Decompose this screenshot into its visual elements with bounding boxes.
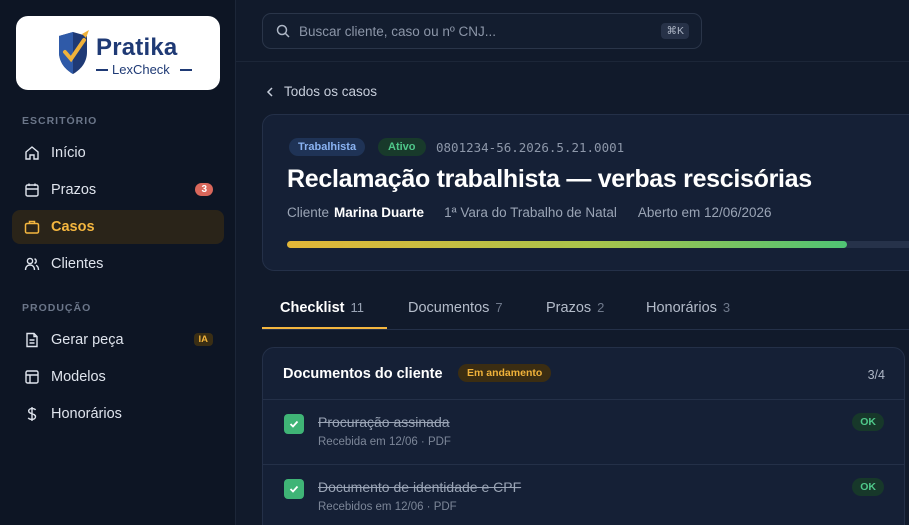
sidebar-item-clientes[interactable]: Clientes [12, 247, 224, 281]
checkbox-checked[interactable] [284, 479, 304, 499]
search-input[interactable]: Buscar cliente, caso ou nº CNJ... ⌘K [262, 13, 702, 49]
progress-bar [287, 241, 909, 248]
case-header-card: Trabalhista Ativo 0801234-56.2026.5.21.0… [262, 114, 909, 271]
calendar-icon [23, 181, 41, 199]
sidebar-item-prazos[interactable]: Prazos 3 [12, 173, 224, 207]
checklist-item-subtitle: Recebida em 12/06 · PDF [318, 436, 451, 448]
ai-badge: IA [193, 333, 213, 346]
layout-icon [23, 368, 41, 386]
status-badge: Em andamento [458, 364, 552, 382]
court-name: 1ª Vara do Trabalho de Natal [444, 205, 617, 220]
checklist-item: Procuração assinada Recebida em 12/06 · … [263, 400, 904, 465]
top-bar: Buscar cliente, caso ou nº CNJ... ⌘K [236, 0, 909, 62]
checklist-group-count: 3/4 [867, 368, 885, 382]
sidebar-item-inicio[interactable]: Início [12, 136, 224, 170]
checklist-group-header[interactable]: Documentos do cliente Em andamento 3/4 [263, 348, 904, 400]
sidebar-item-modelos[interactable]: Modelos [12, 360, 224, 394]
checkbox-checked[interactable] [284, 414, 304, 434]
briefcase-icon [23, 218, 41, 236]
sidebar-item-gerar-peca[interactable]: Gerar peça IA [12, 323, 224, 357]
checklist-item-subtitle: Recebidos em 12/06 · PDF [318, 501, 457, 513]
sidebar-item-label: Casos [51, 219, 95, 235]
sidebar-item-honorarios[interactable]: Honorários [12, 397, 224, 431]
tab-label: Documentos [408, 300, 490, 316]
sidebar-item-label: Clientes [51, 256, 104, 272]
shield-check-icon [59, 30, 89, 74]
users-icon [23, 255, 41, 273]
section-label-production: PRODUÇÃO [22, 302, 92, 314]
brand-name: Pratika [96, 34, 178, 61]
case-number: 0801234-56.2026.5.21.0001 [436, 140, 625, 155]
section-label-office: ESCRITÓRIO [22, 115, 98, 127]
search-placeholder: Buscar cliente, caso ou nº CNJ... [299, 23, 497, 39]
dollar-icon [23, 405, 41, 423]
status-badge: Ativo [378, 138, 426, 156]
sidebar-item-label: Prazos [51, 182, 97, 198]
brand-logo[interactable]: Pratika LexCheck [16, 16, 220, 90]
checklist-group: Documentos do cliente Em andamento 3/4 P… [262, 347, 905, 525]
document-icon [23, 331, 41, 349]
case-meta: Cliente Marina Duarte 1ª Vara do Trabalh… [287, 205, 772, 220]
tab-count: 2 [597, 300, 605, 315]
tab-documentos[interactable]: Documentos 7 [408, 300, 503, 316]
chevron-left-icon [266, 86, 273, 97]
active-tab-indicator [262, 327, 387, 329]
checklist-item-title: Documento de identidade e CPF [318, 479, 522, 495]
area-tag: Trabalhista [289, 138, 366, 156]
checklist-item-title: Procuração assinada [318, 414, 450, 430]
check-icon [289, 420, 299, 428]
sidebar: Pratika LexCheck ESCRITÓRIO Início Prazo… [0, 0, 236, 525]
tab-count: 11 [350, 300, 364, 315]
client-name[interactable]: Marina Duarte [334, 205, 424, 220]
checklist-group-title: Documentos do cliente [283, 366, 443, 382]
progress-fill [287, 241, 847, 248]
home-icon [23, 144, 41, 162]
sidebar-item-label: Honorários [51, 406, 122, 422]
tab-label: Prazos [546, 300, 592, 316]
opened-date: Aberto em 12/06/2026 [637, 205, 772, 220]
tab-label: Checklist [280, 300, 345, 316]
search-icon [276, 24, 290, 38]
check-icon [289, 485, 299, 493]
status-badge: OK [852, 478, 884, 496]
tab-count: 3 [722, 300, 731, 315]
count-badge: 3 [195, 183, 213, 196]
client-label: Cliente [287, 205, 330, 220]
back-link[interactable]: Todos os casos [264, 84, 377, 99]
sidebar-item-label: Início [51, 145, 86, 161]
case-tabs: Checklist 11 Documentos 7 Prazos 2 Honorári… [262, 290, 909, 330]
checklist-item: Documento de identidade e CPF Recebidos … [263, 465, 904, 525]
status-badge: OK [852, 413, 884, 431]
sidebar-item-label: Modelos [51, 369, 106, 385]
page-title: Reclamação trabalhista — verbas rescisór… [287, 165, 812, 193]
brand-product: LexCheck [112, 62, 170, 77]
keyboard-shortcut: ⌘K [661, 23, 689, 39]
sidebar-item-label: Gerar peça [51, 332, 124, 348]
tab-count: 7 [495, 300, 503, 315]
back-link-label: Todos os casos [284, 84, 378, 99]
tab-prazos[interactable]: Prazos 2 [546, 300, 604, 316]
tab-honorarios[interactable]: Honorários 3 [646, 300, 730, 316]
tab-checklist[interactable]: Checklist 11 [280, 300, 364, 316]
sidebar-item-casos[interactable]: Casos [12, 210, 224, 244]
tab-label: Honorários [646, 300, 717, 316]
